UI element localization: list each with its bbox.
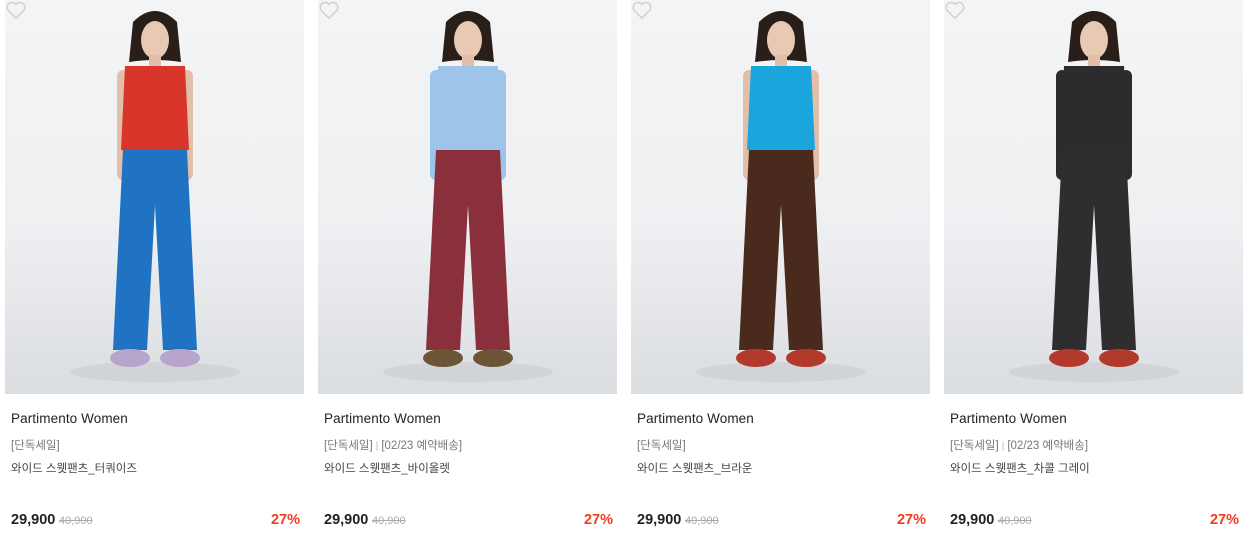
sale-price: 29,900 [637, 512, 682, 528]
heart-outline-icon[interactable] [5, 0, 27, 20]
sale-price: 29,900 [324, 512, 369, 528]
original-price: 40,900 [59, 515, 93, 527]
discount-rate: 27% [1209, 512, 1239, 528]
heart-outline-icon[interactable] [944, 0, 966, 20]
original-price: 40,900 [685, 515, 719, 527]
product-image[interactable] [631, 0, 930, 394]
product-name[interactable]: 와이드 스웻팬츠_바이올렛 [324, 460, 450, 476]
brand-name[interactable]: Partimento Women [637, 411, 754, 426]
product-grid: Partimento Women [단독세일]| 와이드 스웻팬츠_터쿼이즈 2… [0, 0, 1249, 542]
product-card[interactable]: Partimento Women [단독세일]| 와이드 스웻팬츠_브라운 29… [631, 0, 930, 542]
sale-price: 29,900 [950, 512, 995, 528]
model-photo [70, 11, 240, 382]
exclusive-sale-tag: [단독세일] [11, 440, 60, 452]
original-price: 40,900 [372, 515, 406, 527]
product-tags: [단독세일] | [02/23 예약배송] [950, 437, 1088, 453]
model-photo [383, 11, 553, 382]
heart-outline-icon[interactable] [631, 0, 653, 20]
discount-rate: 27% [896, 512, 926, 528]
product-tags: [단독세일]| [11, 437, 60, 453]
heart-outline-icon[interactable] [318, 0, 340, 20]
brand-name[interactable]: Partimento Women [324, 411, 441, 426]
product-card[interactable]: Partimento Women [단독세일]| 와이드 스웻팬츠_터쿼이즈 2… [5, 0, 304, 542]
product-image[interactable] [944, 0, 1243, 394]
model-photo [696, 11, 866, 382]
reservation-shipping-tag: [02/23 예약배송] [1007, 440, 1089, 452]
product-tags: [단독세일]| [637, 437, 686, 453]
tag-separator: | [375, 441, 379, 452]
tag-separator: | [1001, 441, 1005, 452]
product-name[interactable]: 와이드 스웻팬츠_터쿼이즈 [11, 460, 137, 476]
product-name[interactable]: 와이드 스웻팬츠_브라운 [637, 460, 752, 476]
product-card[interactable]: Partimento Women [단독세일] | [02/23 예약배송] 와이드… [318, 0, 617, 542]
reservation-shipping-tag: [02/23 예약배송] [381, 440, 463, 452]
exclusive-sale-tag: [단독세일] [950, 440, 999, 452]
brand-name[interactable]: Partimento Women [11, 411, 128, 426]
original-price: 40,900 [998, 515, 1032, 527]
brand-name[interactable]: Partimento Women [950, 411, 1067, 426]
exclusive-sale-tag: [단독세일] [637, 440, 686, 452]
product-image[interactable] [5, 0, 304, 394]
model-photo [1009, 11, 1179, 382]
discount-rate: 27% [270, 512, 300, 528]
product-card[interactable]: Partimento Women [단독세일] | [02/23 예약배송] 와이드… [944, 0, 1243, 542]
product-name[interactable]: 와이드 스웻팬츠_차콜 그레이 [950, 460, 1090, 476]
product-image[interactable] [318, 0, 617, 394]
product-tags: [단독세일] | [02/23 예약배송] [324, 437, 462, 453]
exclusive-sale-tag: [단독세일] [324, 440, 373, 452]
discount-rate: 27% [583, 512, 613, 528]
sale-price: 29,900 [11, 512, 56, 528]
